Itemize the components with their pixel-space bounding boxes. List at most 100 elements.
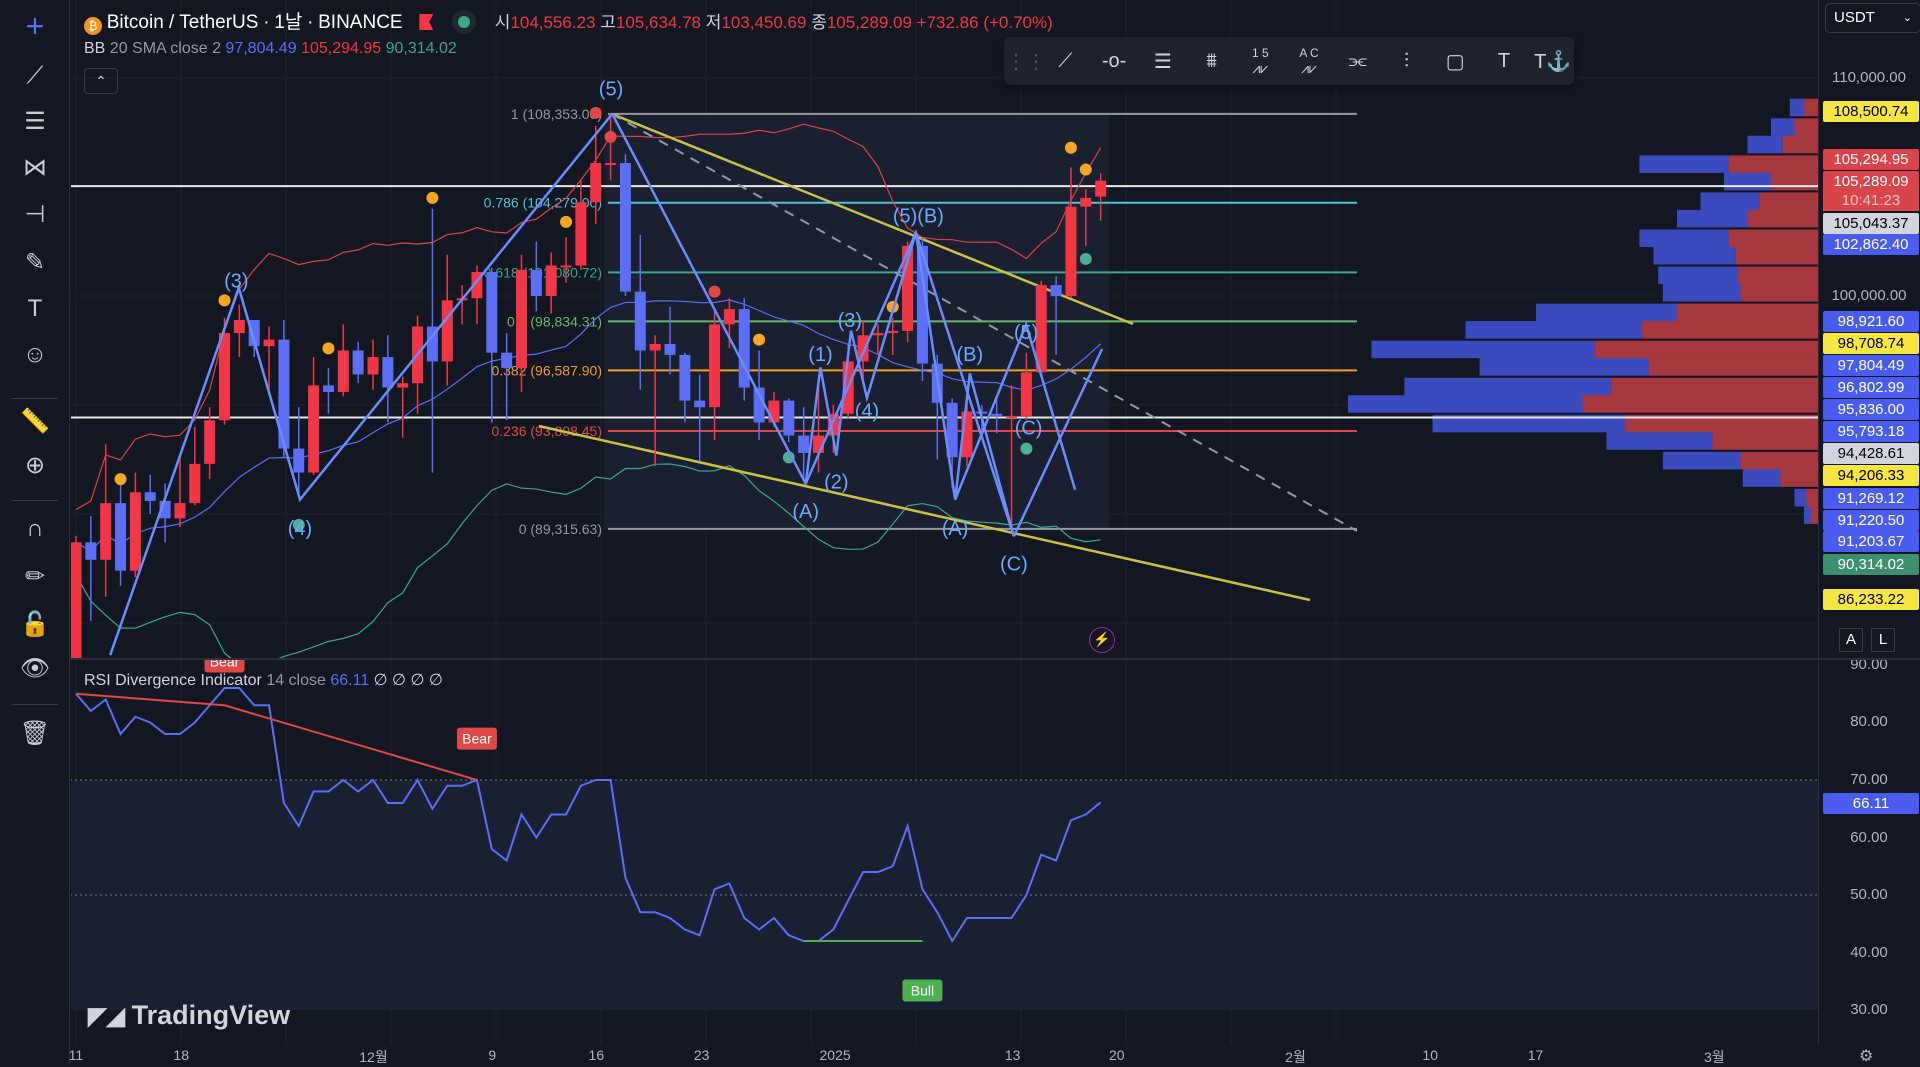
candle-body (233, 319, 245, 334)
volume-profile-bar-up (1639, 155, 1729, 173)
candle-body (575, 202, 587, 266)
zoom-in-icon[interactable]: ⊕ (17, 447, 53, 483)
elliott-correction-tool-icon[interactable]: A C ⩘⩗ (1288, 41, 1331, 81)
signal-dot (114, 473, 127, 486)
settings-gear-icon[interactable]: ⚙ (1859, 1046, 1873, 1066)
forecast-icon[interactable]: ⊣ (17, 196, 53, 232)
candle-body (263, 339, 275, 347)
time-label: 2월 (1285, 1049, 1306, 1065)
parallel-channel-tool-icon[interactable]: ⫘ (1336, 41, 1379, 81)
volume-profile-bar-down (1740, 451, 1818, 470)
fib-extension-tool-icon[interactable]: ⩩ (1190, 41, 1233, 81)
signal-dot (1064, 141, 1077, 154)
brush-icon[interactable]: ✎ (17, 244, 53, 280)
signal-dot (708, 285, 721, 298)
interval[interactable]: 1날 (274, 12, 302, 33)
trend-line-tool-icon[interactable]: ⟋ (1044, 41, 1087, 81)
pane-separator[interactable] (70, 658, 1920, 660)
logo-text: TradingView (131, 1000, 291, 1030)
horizontal-ray-tool-icon[interactable]: -o- (1093, 41, 1136, 81)
trash-icon[interactable]: 🗑 (17, 715, 53, 751)
currency-label: USDT (1834, 9, 1875, 26)
rsi-params: 14 close (266, 672, 326, 689)
candle-body (352, 350, 364, 375)
chevron-down-icon: ⌄ (1902, 12, 1912, 24)
bb-params: 20 SMA close 2 (109, 40, 221, 57)
bb-basis: 97,804.49 (225, 40, 297, 57)
candle-body (308, 385, 320, 473)
price-label: 91,269.12 (1823, 488, 1919, 510)
bb-name: BB (84, 40, 106, 57)
volume-profile-bar-up (1348, 395, 1583, 413)
volume-profile-bar-up (1404, 377, 1612, 396)
price-label: 95,793.18 (1823, 421, 1919, 443)
volume-profile-bar-up (1662, 451, 1741, 470)
signal-dot (218, 294, 231, 307)
market-status-icon[interactable] (458, 16, 471, 28)
candle-body (1050, 285, 1062, 297)
bb-legend[interactable]: BB 20 SMA close 2 97,804.49 105,294.95 9… (84, 40, 457, 58)
trend-line-icon[interactable]: ⟋ (17, 58, 53, 94)
elliott-wave-label: (5) (1014, 322, 1038, 344)
price-chart[interactable]: 1 (108,353.00)0.786 (104,279.00)0.618 (1… (0, 0, 1920, 1064)
signal-dot (1079, 252, 1092, 265)
fib-level-label: 0 (89,315.63) (519, 521, 602, 537)
candle-body (1065, 206, 1077, 296)
volume-profile-bar-down (1735, 246, 1818, 265)
volume-profile-bar-up (1747, 135, 1783, 154)
toolbar-divider (12, 499, 58, 501)
lock-drawings-icon[interactable]: ✏ (17, 559, 53, 595)
volume-profile-bar-down (1712, 432, 1818, 450)
bb-upper: 105,294.95 (301, 40, 382, 57)
divergence-label: Bear (210, 654, 240, 670)
time-label: 17 (1527, 1047, 1544, 1063)
text-icon[interactable]: T (17, 291, 53, 327)
elliott-wave-label: (A) (942, 518, 969, 540)
toolbar-divider (12, 704, 58, 706)
elliott-wave-label: (3) (838, 310, 862, 332)
price-axis[interactable]: USDT ⌄ 110,000.00 100,000.00 90.00 80.00 70.0… (1818, 0, 1920, 1065)
rectangle-tool-icon[interactable]: ▢ (1434, 41, 1477, 81)
flag-icon[interactable] (419, 14, 434, 30)
left-drawing-toolbar: + ⟋ ☰ ⋈ ⊣ ✎ T ☺ 📏 ⊕ ∩ ✏ 🔓 👁 🗑 (0, 0, 70, 1064)
fib-retracement-icon[interactable]: ☰ (17, 103, 53, 139)
unlock-icon[interactable]: 🔓 (17, 606, 53, 642)
elliott-impulse-tool-icon[interactable]: 1 5 ⩘⩗ (1239, 41, 1282, 81)
text-tool-icon[interactable]: T (1483, 41, 1526, 81)
currency-select[interactable]: USDT ⌄ (1825, 3, 1920, 33)
time-label: 12월 (359, 1049, 388, 1065)
candle-body (679, 354, 691, 401)
tradingview-logo[interactable]: ◤◢ TradingView (88, 1000, 290, 1031)
log-scale-button[interactable]: L (1871, 628, 1895, 652)
price-label: 94,206.33 (1823, 465, 1919, 487)
candle-body (664, 343, 676, 355)
eye-icon[interactable]: 👁 (17, 651, 53, 687)
alert-lightning-icon[interactable]: ⚡ (1089, 627, 1115, 653)
pattern-icon[interactable]: ⋈ (17, 150, 53, 186)
elliott-wave-label: (A) (792, 501, 819, 523)
magnet-icon[interactable]: ∩ (17, 511, 53, 547)
regression-tool-icon[interactable]: ⫶ (1385, 41, 1428, 81)
volume-profile-bar-down (1583, 395, 1818, 413)
crosshair-icon[interactable]: + (17, 8, 53, 45)
volume-profile-bar-down (1747, 209, 1818, 228)
collapse-legend-button[interactable]: ⌃ (84, 68, 118, 94)
divergence-label: Bull (911, 982, 934, 998)
time-label: 9 (488, 1047, 497, 1063)
time-axis[interactable]: 11 18 12월 9 16 23 2025 13 20 2월 10 17 3월 (69, 1045, 1818, 1065)
symbol-name[interactable]: Bitcoin / TetherUS (107, 12, 259, 33)
rsi-extras: ∅ ∅ ∅ ∅ (373, 672, 443, 689)
price-label: 98,921.60 (1823, 310, 1919, 332)
price-tick: 110,000.00 (1832, 69, 1906, 87)
rsi-legend[interactable]: RSI Divergence Indicator 14 close 66.11 … (84, 670, 443, 690)
emoji-icon[interactable]: ☺ (17, 337, 53, 373)
auto-scale-button[interactable]: A (1839, 628, 1863, 652)
signal-dot (604, 130, 617, 143)
volume-profile-bar-up (1803, 506, 1811, 524)
ruler-icon[interactable]: 📏 (17, 403, 53, 439)
anchored-text-tool-icon[interactable]: T⚓ (1531, 41, 1574, 81)
candle-body (293, 448, 305, 473)
fib-retracement-tool-icon[interactable]: ☰ (1141, 41, 1184, 81)
drag-handle-tool-icon[interactable]: ⋮⋮ (1006, 41, 1046, 81)
tv-logo-icon: ◤◢ (88, 1003, 132, 1030)
